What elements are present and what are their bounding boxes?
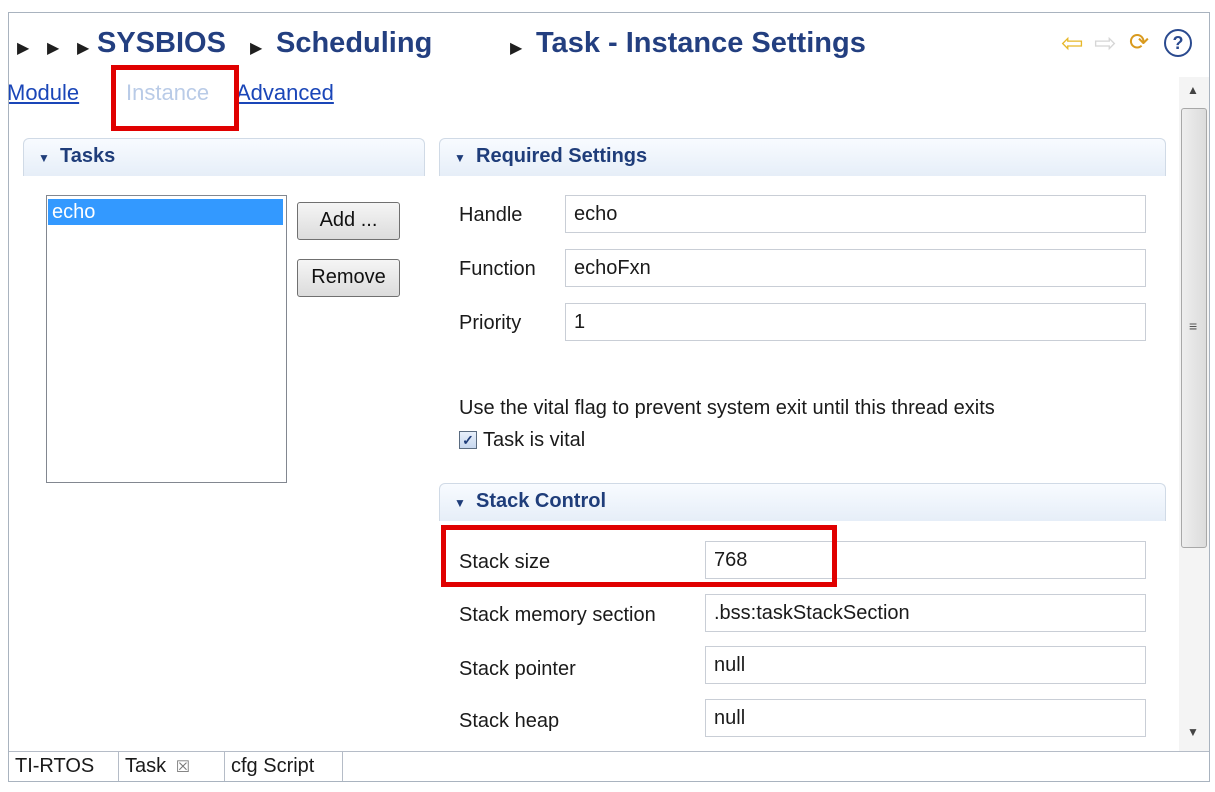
priority-label: Priority xyxy=(459,312,522,334)
function-label: Function xyxy=(459,258,536,280)
close-icon[interactable]: ☒ xyxy=(176,759,190,776)
stack-heap-label: Stack heap xyxy=(459,710,560,732)
tab-task-label: Task xyxy=(125,755,167,777)
collapse-triangle-icon[interactable]: ▼ xyxy=(454,496,466,510)
refresh-icon[interactable]: ⟳ xyxy=(1129,28,1149,58)
task-vital-label[interactable]: Task is vital xyxy=(483,429,585,452)
breadcrumb-arrow-icon[interactable]: ▶ xyxy=(47,38,59,58)
breadcrumb-arrow-icon[interactable]: ▶ xyxy=(77,38,89,58)
handle-field[interactable]: echo xyxy=(565,195,1146,233)
function-field[interactable]: echoFxn xyxy=(565,249,1146,287)
stack-pointer-label: Stack pointer xyxy=(459,658,576,680)
handle-label: Handle xyxy=(459,204,523,226)
scrollbar-grip-icon: ≡ xyxy=(1189,318,1198,334)
add-task-button[interactable]: Add ... xyxy=(297,202,400,240)
stack-memory-section-field[interactable]: .bss:taskStackSection xyxy=(705,594,1146,632)
help-icon[interactable]: ? xyxy=(1164,29,1192,57)
breadcrumb-arrow-icon[interactable]: ▶ xyxy=(250,38,262,58)
task-vital-checkbox[interactable]: ✓ xyxy=(459,431,477,449)
scroll-down-icon[interactable]: ▼ xyxy=(1187,725,1199,739)
stack-memory-section-label: Stack memory section xyxy=(459,604,656,626)
tab-tirtos[interactable]: TI-RTOS xyxy=(9,752,119,781)
stack-size-highlight-box xyxy=(441,525,837,587)
instance-highlight-box xyxy=(111,65,239,131)
vital-flag-note: Use the vital flag to prevent system exi… xyxy=(459,397,995,419)
task-list[interactable]: echo xyxy=(46,195,287,483)
stack-control-header[interactable]: ▼ Stack Control xyxy=(439,483,1166,521)
tasks-section-header[interactable]: ▼ Tasks xyxy=(23,138,425,176)
collapse-triangle-icon[interactable]: ▼ xyxy=(38,151,50,165)
list-item[interactable]: echo xyxy=(48,199,283,225)
back-arrow-icon[interactable]: ⇦ xyxy=(1061,28,1084,58)
required-settings-title: Required Settings xyxy=(476,145,648,167)
breadcrumb-arrow-icon[interactable]: ▶ xyxy=(17,38,29,58)
breadcrumb-arrow-icon[interactable]: ▶ xyxy=(510,38,522,58)
tab-cfg-script[interactable]: cfg Script xyxy=(225,752,343,781)
breadcrumb-scheduling[interactable]: Scheduling xyxy=(276,27,432,60)
tasks-section-title: Tasks xyxy=(60,145,116,167)
breadcrumb-sysbios[interactable]: SYSBIOS xyxy=(97,27,226,60)
required-settings-header[interactable]: ▼ Required Settings xyxy=(439,138,1166,176)
scroll-up-icon[interactable]: ▲ xyxy=(1187,83,1199,97)
stack-heap-field[interactable]: null xyxy=(705,699,1146,737)
page-title: Task - Instance Settings xyxy=(536,27,866,59)
stack-pointer-field[interactable]: null xyxy=(705,646,1146,684)
stack-control-title: Stack Control xyxy=(476,490,607,512)
module-link[interactable]: Module xyxy=(9,80,79,106)
editor-panel: ▶ ▶ ▶ SYSBIOS ▶ Scheduling ▶ Task - Inst… xyxy=(8,12,1210,782)
tab-task[interactable]: Task ☒ xyxy=(119,752,225,781)
priority-field[interactable]: 1 xyxy=(565,303,1146,341)
advanced-link[interactable]: Advanced xyxy=(236,80,334,106)
editor-tab-bar: TI-RTOS Task ☒ cfg Script xyxy=(9,751,1209,781)
collapse-triangle-icon[interactable]: ▼ xyxy=(454,151,466,165)
forward-arrow-icon[interactable]: ⇨ xyxy=(1094,28,1117,58)
remove-task-button[interactable]: Remove xyxy=(297,259,400,297)
